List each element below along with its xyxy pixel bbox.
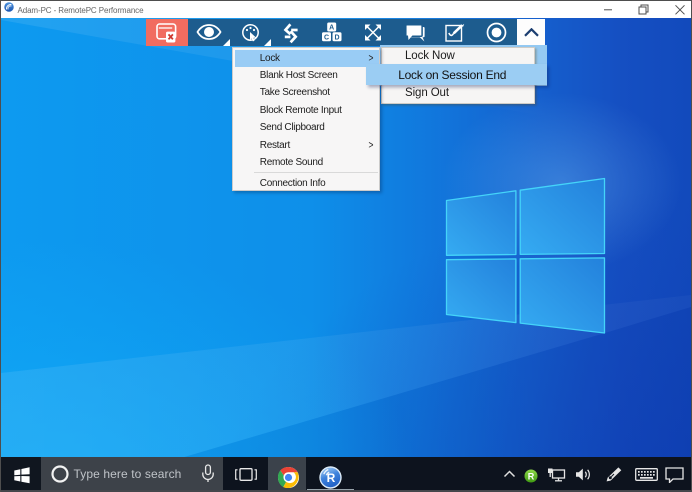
svg-text:C: C <box>324 34 329 41</box>
svg-text:R: R <box>528 471 535 481</box>
svg-text:A: A <box>329 25 334 32</box>
svg-text:D: D <box>334 34 339 41</box>
